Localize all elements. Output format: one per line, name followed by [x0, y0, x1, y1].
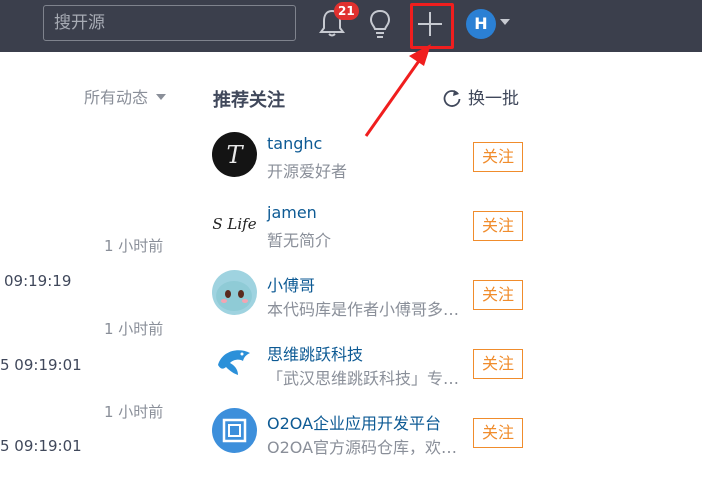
feed-filter-dropdown[interactable]: 所有动态 [84, 84, 167, 108]
plus-icon[interactable] [417, 11, 443, 37]
user-bio: 本代码库是作者小傅哥多年从事一线互联网 [267, 300, 467, 319]
follow-button[interactable]: 关注 [473, 418, 523, 448]
user-name[interactable]: tanghc [267, 134, 322, 153]
list-item: T tanghc 开源爱好者 关注 [212, 132, 532, 184]
user-name[interactable]: 小傅哥 [267, 272, 315, 296]
lightbulb-icon[interactable] [367, 8, 393, 40]
avatar[interactable]: T [212, 132, 257, 177]
follow-button[interactable]: 关注 [473, 349, 523, 379]
user-avatar[interactable]: H [466, 9, 496, 39]
user-name[interactable]: jamen [267, 203, 317, 222]
refresh-button[interactable]: 换一批 [442, 84, 519, 109]
feed-time: 1 小时前 [104, 237, 164, 255]
feed-time: 1 小时前 [104, 403, 164, 421]
avatar[interactable] [212, 339, 257, 384]
squirtle-image [216, 281, 252, 311]
feed-timestamp: 5 09:19:01 [0, 437, 82, 455]
chevron-down-icon[interactable] [499, 17, 511, 27]
feed-time: 1 小时前 [104, 320, 164, 338]
tanghc-logo: T [226, 141, 244, 169]
list-item: O2OA企业应用开发平台 O2OA官方源码仓库，欢迎关注 关注 [212, 408, 532, 460]
user-bio: O2OA官方源码仓库，欢迎关注 [267, 438, 467, 457]
feed-timestamp: 09:19:19 [4, 272, 72, 290]
avatar[interactable] [212, 408, 257, 453]
notification-badge: 21 [334, 2, 359, 20]
follow-button[interactable]: 关注 [473, 280, 523, 310]
feed-filter-label: 所有动态 [84, 88, 149, 107]
recommend-title: 推荐关注 [213, 90, 285, 111]
user-bio: 暂无简介 [267, 231, 332, 250]
follow-button[interactable]: 关注 [473, 142, 523, 172]
slife-logo: S Life [212, 215, 256, 233]
user-bio: 「武汉思维跳跃科技」专注于 [267, 369, 467, 388]
user-bio: 开源爱好者 [267, 162, 348, 181]
caret-down-icon [156, 94, 167, 100]
user-name[interactable]: 思维跳跃科技 [267, 341, 363, 365]
follow-button[interactable]: 关注 [473, 211, 523, 241]
svg-text:T: T [226, 141, 244, 169]
dolphin-logo [218, 350, 250, 375]
feed-timestamp: 5 09:19:01 [0, 356, 82, 374]
list-item: 小傅哥 本代码库是作者小傅哥多年从事一线互联网 关注 [212, 270, 532, 322]
list-item: S Life jamen 暂无简介 关注 [212, 201, 532, 253]
svg-text:S Life: S Life [212, 215, 256, 233]
search-input[interactable] [43, 5, 296, 41]
top-navbar: 21 H [0, 0, 702, 52]
avatar[interactable] [212, 270, 257, 315]
user-name[interactable]: O2OA企业应用开发平台 [267, 410, 441, 434]
refresh-icon [443, 90, 461, 107]
refresh-label: 换一批 [468, 89, 519, 109]
avatar[interactable]: S Life [212, 201, 257, 246]
list-item: 思维跳跃科技 「武汉思维跳跃科技」专注于 关注 [212, 339, 532, 391]
o2oa-logo [222, 418, 247, 443]
